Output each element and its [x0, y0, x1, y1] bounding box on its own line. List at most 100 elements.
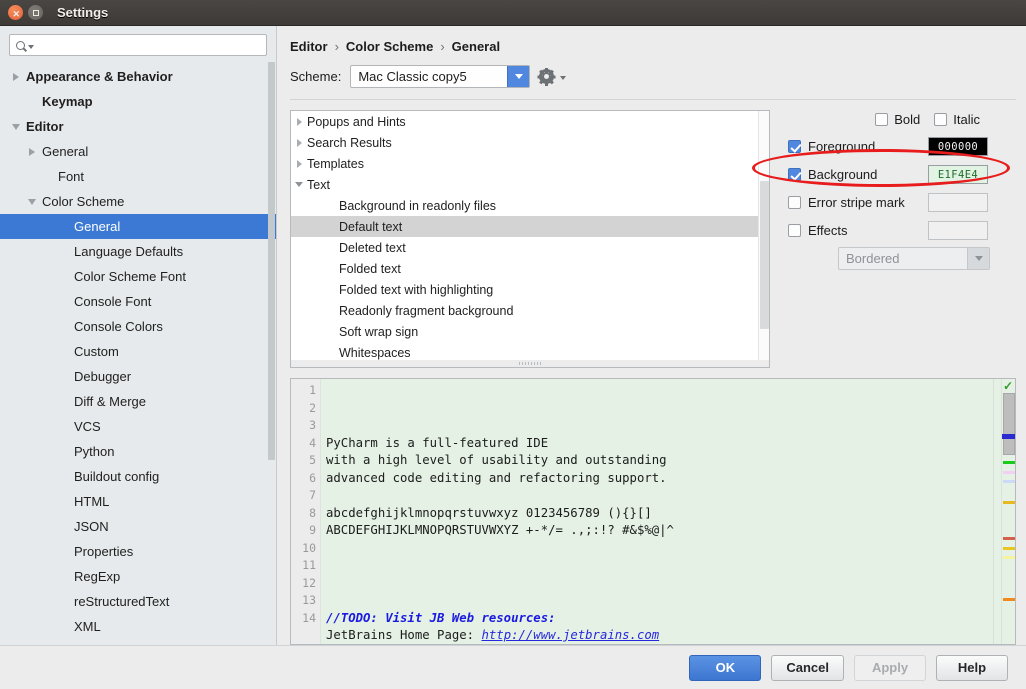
sidebar-item-python[interactable]: Python — [0, 439, 276, 464]
chevron-down-icon[interactable] — [9, 124, 22, 130]
sidebar-item-appearance-behavior[interactable]: Appearance & Behavior — [0, 64, 276, 89]
sidebar-item-properties[interactable]: Properties — [0, 539, 276, 564]
foreground-label: Foreground — [808, 139, 875, 154]
italic-checkbox-item[interactable]: Italic — [934, 112, 980, 127]
effect-type-select[interactable]: Bordered — [838, 247, 990, 270]
attribute-list-row[interactable]: Folded text — [291, 258, 769, 279]
error-stripe-mark-label: Error stripe mark — [808, 195, 905, 210]
attribute-list-row[interactable]: Search Results — [291, 132, 769, 153]
resize-grip[interactable] — [291, 360, 769, 367]
sidebar-item-console-colors[interactable]: Console Colors — [0, 314, 276, 339]
stripe-mark[interactable] — [1003, 480, 1015, 483]
chevron-down-icon[interactable] — [28, 45, 34, 49]
preview-editor[interactable]: 1234567891011121314 PyCharm is a full-fe… — [290, 378, 1016, 645]
error-stripe-gutter[interactable]: ✓ — [1001, 379, 1015, 644]
attribute-list-row[interactable]: Folded text with highlighting — [291, 279, 769, 300]
stripe-scroll-thumb[interactable] — [1003, 393, 1015, 455]
sidebar-item-xml[interactable]: XML — [0, 614, 276, 639]
list-scrollbar[interactable] — [758, 111, 769, 367]
search-input[interactable] — [38, 37, 260, 53]
sidebar-item-color-scheme-font[interactable]: Color Scheme Font — [0, 264, 276, 289]
stripe-mark[interactable] — [1003, 556, 1015, 559]
hyperlink[interactable]: http://www.jetbrains.com — [481, 628, 659, 642]
attribute-list-row[interactable]: Templates — [291, 153, 769, 174]
stripe-mark[interactable] — [1003, 501, 1015, 504]
sidebar-item-language-defaults[interactable]: Language Defaults — [0, 239, 276, 264]
effects-color-swatch[interactable] — [928, 221, 988, 240]
sidebar-item-editor[interactable]: Editor — [0, 114, 276, 139]
attribute-list-row[interactable]: Popups and Hints — [291, 111, 769, 132]
attribute-list-row[interactable]: Default text — [291, 216, 769, 237]
sidebar-item-console-font[interactable]: Console Font — [0, 289, 276, 314]
sidebar-scrollbar-thumb[interactable] — [268, 62, 275, 460]
settings-tree[interactable]: Appearance & BehaviorKeymapEditorGeneral… — [0, 62, 276, 645]
bold-checkbox-item[interactable]: Bold — [875, 112, 920, 127]
sidebar-item-vcs[interactable]: VCS — [0, 414, 276, 439]
sidebar-item-regexp[interactable]: RegExp — [0, 564, 276, 589]
attribute-list-row[interactable]: Background in readonly files — [291, 195, 769, 216]
chevron-right-icon[interactable] — [25, 148, 38, 156]
line-number: 7 — [291, 487, 316, 505]
error-stripe-mark-color-swatch[interactable] — [928, 193, 988, 212]
search-box[interactable] — [9, 34, 267, 56]
line-number: 12 — [291, 575, 316, 593]
background-checkbox[interactable] — [788, 168, 801, 181]
attribute-list-label: Deleted text — [339, 241, 406, 255]
italic-checkbox[interactable] — [934, 113, 947, 126]
maximize-icon[interactable] — [28, 5, 43, 20]
line-number: 14 — [291, 610, 316, 628]
line-number: 1 — [291, 382, 316, 400]
sidebar-item-general[interactable]: General — [0, 214, 276, 239]
sidebar-item-restructuredtext[interactable]: reStructuredText — [0, 589, 276, 614]
bold-checkbox[interactable] — [875, 113, 888, 126]
sidebar-item-diff-merge[interactable]: Diff & Merge — [0, 389, 276, 414]
sidebar-item-font[interactable]: Font — [0, 164, 276, 189]
cancel-button[interactable]: Cancel — [771, 655, 844, 681]
breadcrumb-item[interactable]: Color Scheme — [346, 39, 433, 54]
scheme-select[interactable]: Mac Classic copy5 — [350, 65, 530, 88]
attribute-list-row[interactable]: Readonly fragment background — [291, 300, 769, 321]
chevron-down-icon[interactable] — [25, 199, 38, 205]
chevron-down-icon[interactable] — [291, 182, 307, 187]
scheme-settings-button[interactable] — [539, 69, 566, 84]
list-scrollbar-thumb[interactable] — [760, 181, 769, 329]
line-number: 9 — [291, 522, 316, 540]
close-icon[interactable]: ✕ — [8, 5, 23, 20]
sidebar-item-general[interactable]: General — [0, 139, 276, 164]
color-attribute-list[interactable]: Popups and HintsSearch ResultsTemplatesT… — [290, 110, 770, 368]
sidebar-item-color-scheme[interactable]: Color Scheme — [0, 189, 276, 214]
attribute-list-row[interactable]: Soft wrap sign — [291, 321, 769, 342]
code-line — [326, 592, 1001, 610]
sidebar-item-html[interactable]: HTML — [0, 489, 276, 514]
chevron-right-icon[interactable] — [291, 160, 307, 168]
stripe-mark[interactable] — [1003, 547, 1015, 550]
help-button[interactable]: Help — [936, 655, 1008, 681]
ok-button[interactable]: OK — [689, 655, 761, 681]
sidebar-item-keymap[interactable]: Keymap — [0, 89, 276, 114]
stripe-mark[interactable] — [1003, 537, 1015, 540]
attribute-list-row[interactable]: Text — [291, 174, 769, 195]
attribute-list-row[interactable]: Deleted text — [291, 237, 769, 258]
foreground-checkbox[interactable] — [788, 140, 801, 153]
chevron-right-icon[interactable] — [9, 73, 22, 81]
stripe-mark[interactable] — [1003, 461, 1015, 464]
chevron-down-icon[interactable] — [507, 66, 529, 87]
effects-checkbox[interactable] — [788, 224, 801, 237]
sidebar-item-debugger[interactable]: Debugger — [0, 364, 276, 389]
breadcrumb-item[interactable]: Editor — [290, 39, 328, 54]
apply-button: Apply — [854, 655, 926, 681]
background-color-swatch[interactable]: E1F4E4 — [928, 165, 988, 184]
stripe-mark[interactable] — [1003, 471, 1015, 474]
stripe-mark[interactable] — [1003, 598, 1015, 601]
chevron-right-icon[interactable] — [291, 118, 307, 126]
sidebar-item-custom[interactable]: Custom — [0, 339, 276, 364]
sidebar-item-buildout-config[interactable]: Buildout config — [0, 464, 276, 489]
preview-code[interactable]: PyCharm is a full-featured IDEwith a hig… — [321, 379, 1001, 644]
chevron-right-icon[interactable] — [291, 139, 307, 147]
sidebar-scrollbar[interactable] — [267, 62, 276, 645]
foreground-color-swatch[interactable]: 000000 — [928, 137, 988, 156]
attribute-list-label: Whitespaces — [339, 346, 411, 360]
error-stripe-mark-checkbox[interactable] — [788, 196, 801, 209]
chevron-down-icon[interactable] — [967, 248, 989, 269]
sidebar-item-json[interactable]: JSON — [0, 514, 276, 539]
